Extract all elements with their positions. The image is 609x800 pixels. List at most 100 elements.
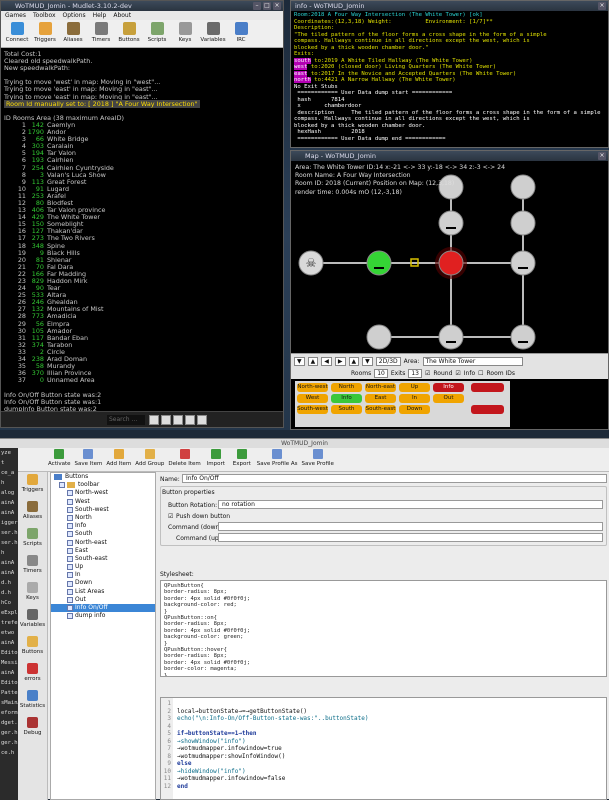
dir-button-south-west[interactable]: South-west	[297, 405, 328, 414]
item-checkbox[interactable]	[67, 547, 73, 554]
map-titlebar[interactable]: Map - WoTMUD_Jomin ×	[291, 151, 608, 161]
item-checkbox[interactable]	[67, 506, 73, 513]
item-checkbox[interactable]	[67, 523, 73, 530]
item-checkbox[interactable]	[67, 490, 73, 497]
toolbar-save-profile-as[interactable]: Save Profile As	[257, 448, 297, 471]
item-checkbox[interactable]	[67, 555, 73, 562]
item-checkbox[interactable]	[67, 531, 73, 538]
dir-button-info[interactable]: Info	[433, 383, 464, 392]
menu-item[interactable]: Toolbox	[33, 11, 56, 20]
toolbar-button-irc[interactable]: IRC	[227, 20, 255, 47]
item-checkbox[interactable]	[67, 515, 73, 522]
toolbar-import[interactable]: Import	[205, 448, 227, 471]
tree-item[interactable]: East	[51, 547, 155, 555]
item-checkbox[interactable]	[67, 613, 73, 620]
stylesheet-editor[interactable]: QPushButton{border-radius: 8px; border: 4…	[160, 580, 607, 677]
tree-item[interactable]: Info	[51, 522, 155, 530]
dir-button-in[interactable]: In	[399, 394, 430, 403]
tree-item[interactable]: Out	[51, 596, 155, 604]
toolbar-button-timers[interactable]: Timers	[87, 20, 115, 47]
nav-arrow-down-icon[interactable]: ▼	[294, 356, 305, 366]
dir-button-south-east[interactable]: South-east	[365, 405, 396, 414]
dir-button-north-west[interactable]: North-west	[297, 383, 328, 392]
toolbar-button-keys[interactable]: Keys	[171, 20, 199, 47]
nav-arrow-left-icon[interactable]: ◀	[321, 356, 332, 366]
command-line-bar[interactable]: Search ...	[1, 411, 283, 427]
close-icon[interactable]: ×	[598, 2, 606, 10]
dir-button-down[interactable]: Down	[399, 405, 430, 414]
toolbar-button-triggers[interactable]: Triggers	[31, 20, 59, 47]
lock-scroll-icon[interactable]	[197, 415, 207, 425]
minimize-icon[interactable]: –	[253, 2, 261, 10]
menu-item[interactable]: About	[113, 11, 131, 20]
nav-arrow-down2-icon[interactable]: ▼	[362, 356, 373, 366]
toolbar-export[interactable]: Export	[231, 448, 253, 471]
item-checkbox[interactable]	[67, 572, 73, 579]
close-icon[interactable]: ×	[598, 152, 606, 160]
sidebar-buttons[interactable]: Buttons	[18, 634, 47, 661]
exits-spin[interactable]: 13	[408, 368, 422, 378]
toolbar-button-connect[interactable]: Connect	[3, 20, 31, 47]
toolbar-activate[interactable]: Activate	[48, 448, 71, 471]
emergency-stop-icon[interactable]	[185, 415, 195, 425]
rooms-spin[interactable]: 10	[374, 368, 388, 378]
tree-item[interactable]: West	[51, 498, 155, 506]
dir-button-out[interactable]: Out	[433, 394, 464, 403]
info-titlebar[interactable]: info - WoTMUD_Jomin ×	[291, 1, 608, 11]
sidebar-statistics[interactable]: Statistics	[18, 688, 47, 715]
sidebar-scripts[interactable]: Scripts	[18, 526, 47, 553]
tree-item[interactable]: South	[51, 530, 155, 538]
toolbar-button-aliases[interactable]: Aliases	[59, 20, 87, 47]
tree-item[interactable]: North-east	[51, 539, 155, 547]
group-checkbox[interactable]	[59, 482, 65, 489]
toolbar-add-item[interactable]: Add Item	[106, 448, 131, 471]
sidebar-aliases[interactable]: Aliases	[18, 499, 47, 526]
toolbar-button-scripts[interactable]: Scripts	[143, 20, 171, 47]
replay-icon[interactable]	[161, 415, 171, 425]
search-input[interactable]: Search ...	[107, 415, 145, 425]
close-icon[interactable]: ×	[273, 2, 281, 10]
menu-item[interactable]: Options	[63, 11, 86, 20]
tree-item[interactable]: North-west	[51, 489, 155, 497]
lua-code-editor[interactable]: 1 2 3 4 5 6 7 8 9 10 11 12 local→buttonState→=→getB…	[160, 697, 607, 800]
toolbar-save-profile[interactable]: Save Profile	[301, 448, 334, 471]
item-checkbox[interactable]	[67, 596, 73, 603]
dir-button-north[interactable]: North	[331, 383, 362, 392]
mudlet-titlebar[interactable]: WoTMUD_Jomin - Mudlet-3.10.2-dev – □ ×	[1, 1, 283, 11]
sidebar-debug[interactable]: Debug	[18, 715, 47, 742]
tree-item[interactable]: List Areas	[51, 588, 155, 596]
timestamp-icon[interactable]	[149, 415, 159, 425]
dir-button-west[interactable]: West	[297, 394, 328, 403]
item-checkbox[interactable]	[67, 605, 73, 612]
toolbar-button-buttons[interactable]: Buttons	[115, 20, 143, 47]
dir-button-blank[interactable]	[471, 383, 504, 392]
item-checkbox[interactable]	[67, 539, 73, 546]
area-select[interactable]: The White Tower	[422, 356, 523, 366]
sidebar-timers[interactable]: Timers	[18, 553, 47, 580]
tree-item[interactable]: In	[51, 571, 155, 579]
nav-arrow-right-icon[interactable]: ▶	[334, 356, 346, 366]
pushdown-checkbox[interactable]: ☑	[168, 513, 173, 520]
tree-item[interactable]: Down	[51, 579, 155, 587]
dir-button-north-east[interactable]: North-east	[365, 383, 396, 392]
toolbar-button-variables[interactable]: Variables	[199, 20, 227, 47]
maximize-icon[interactable]: □	[263, 2, 271, 10]
item-checkbox[interactable]	[67, 580, 73, 587]
name-field[interactable]: Info On/Off	[182, 474, 607, 483]
nav-arrow-up2-icon[interactable]: ▲	[348, 356, 360, 366]
roomids-checkbox[interactable]: ☐	[478, 370, 483, 377]
tree-item[interactable]: Info On/Off	[51, 604, 155, 613]
dir-button-blank[interactable]	[471, 405, 504, 414]
toolbar-add-group[interactable]: Add Group	[135, 448, 164, 471]
dir-button-up[interactable]: Up	[399, 383, 430, 392]
menu-item[interactable]: Games	[5, 11, 26, 20]
rotation-select[interactable]: no rotation	[218, 500, 603, 509]
sidebar-errors[interactable]: errors	[18, 661, 47, 688]
dir-button-south[interactable]: South	[331, 405, 362, 414]
tree-item[interactable]: North	[51, 514, 155, 522]
round-checkbox[interactable]: ☑	[425, 370, 430, 377]
item-checkbox[interactable]	[67, 564, 73, 571]
sidebar-keys[interactable]: Keys	[18, 580, 47, 607]
dir-button-info[interactable]: Info	[331, 394, 362, 403]
nav-arrow-up-icon[interactable]: ▲	[307, 356, 319, 366]
